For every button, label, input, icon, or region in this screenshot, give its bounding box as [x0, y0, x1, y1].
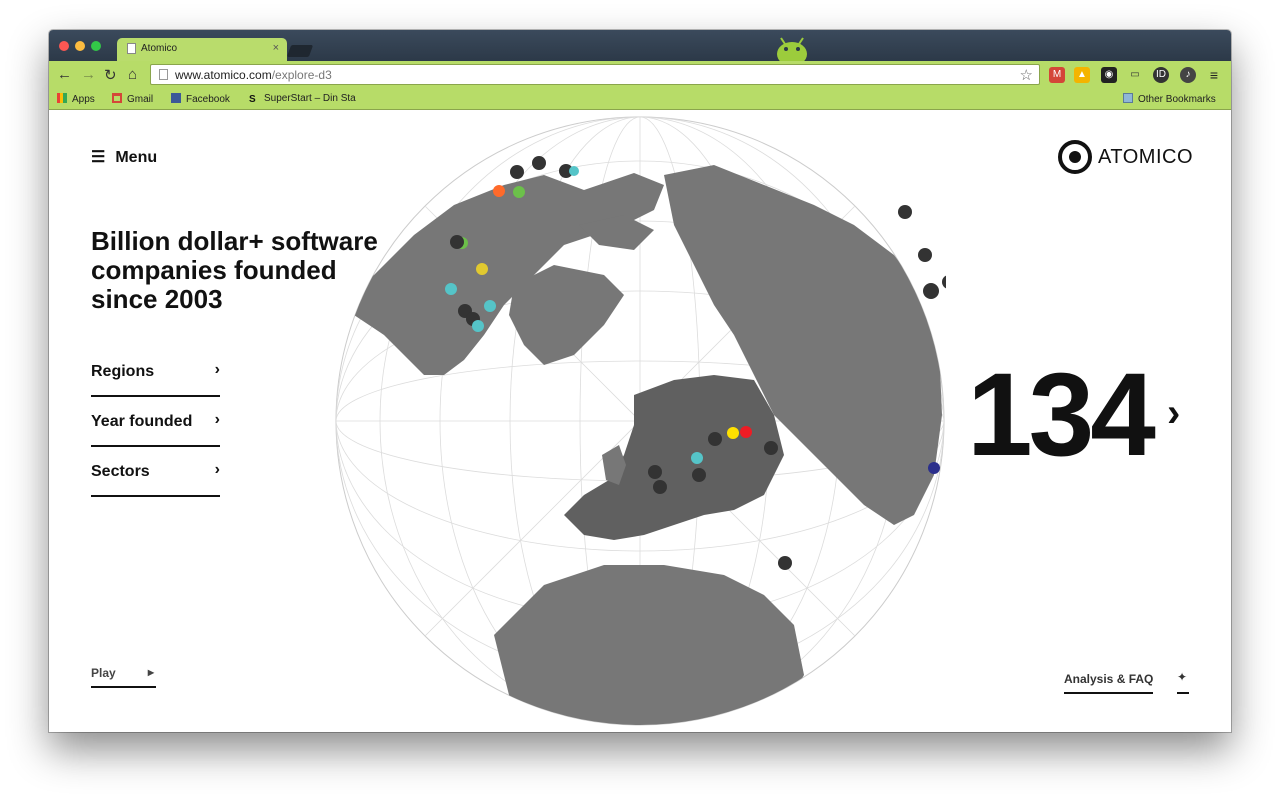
filter-label: Regions — [91, 363, 155, 380]
cluster-marker[interactable] — [918, 248, 932, 262]
atomico-logo[interactable]: ATOMICO — [1058, 137, 1193, 177]
marker[interactable] — [476, 263, 488, 275]
back-icon[interactable]: ← — [57, 66, 72, 83]
bookmark-label: Apps — [72, 94, 95, 105]
new-tab-button[interactable] — [286, 45, 314, 57]
chevron-right-icon[interactable]: › — [1167, 391, 1180, 436]
atomico-page: ☰ Menu ATOMICO Billion dollar+ software c… — [49, 111, 1231, 732]
drive-extension-icon[interactable]: ▲ — [1074, 67, 1090, 83]
bookmarks-bar: Apps Gmail Facebook S SuperStart – Din St… — [49, 88, 1231, 110]
cluster-marker[interactable] — [708, 432, 722, 446]
forward-icon[interactable]: → — [81, 66, 96, 83]
globe-map[interactable] — [334, 115, 981, 727]
globe-svg — [335, 116, 981, 726]
tab-title: Atomico — [141, 43, 178, 54]
bookmark-label: Facebook — [186, 94, 230, 105]
filter-list: Regions › Year founded › Sectors › — [91, 347, 220, 497]
chrome-menu-icon[interactable]: ≡ — [1206, 67, 1222, 83]
cluster-marker[interactable] — [653, 480, 667, 494]
cluster-marker[interactable] — [692, 468, 706, 482]
title-bar: Atomico × — [49, 30, 1231, 61]
facebook-icon — [171, 93, 181, 103]
bookmark-label: Gmail — [127, 94, 154, 105]
filter-regions[interactable]: Regions › — [91, 347, 220, 397]
cluster-marker[interactable] — [764, 441, 778, 455]
chevron-right-icon: › — [214, 411, 220, 428]
apps-grid-icon — [57, 93, 67, 103]
owl-extension-icon[interactable]: ◉ — [1101, 67, 1117, 83]
minimize-window-button[interactable] — [75, 41, 85, 51]
marker[interactable] — [445, 283, 457, 295]
browser-tab[interactable]: Atomico × — [117, 38, 287, 61]
marker[interactable] — [513, 186, 525, 198]
play-button[interactable]: Play ▶ — [91, 666, 156, 688]
folder-icon — [1123, 93, 1133, 103]
bookmark-label: SuperStart – Din Sta — [264, 93, 356, 104]
close-window-button[interactable] — [59, 41, 69, 51]
twitter-icon[interactable]: ✦ — [1177, 670, 1189, 694]
marker[interactable] — [740, 426, 752, 438]
page-icon — [159, 69, 168, 80]
marker[interactable] — [569, 166, 579, 176]
bookmark-facebook[interactable]: Facebook — [171, 93, 230, 105]
menu-label: Menu — [115, 149, 158, 166]
hamburger-icon: ☰ — [91, 149, 106, 166]
marker[interactable] — [691, 452, 703, 464]
filter-label: Sectors — [91, 463, 150, 480]
browser-window: Atomico × ← → ↻ ⌂ www.atomico.com/explor… — [49, 30, 1231, 732]
cluster-marker[interactable] — [648, 465, 662, 479]
cluster-marker[interactable] — [450, 235, 464, 249]
home-icon[interactable]: ⌂ — [128, 66, 137, 83]
filter-sectors[interactable]: Sectors › — [91, 447, 220, 497]
filter-year-founded[interactable]: Year founded › — [91, 397, 220, 447]
gmail-icon — [112, 93, 122, 103]
cluster-marker[interactable] — [778, 556, 792, 570]
filter-label: Year founded — [91, 413, 193, 430]
logo-wordmark: ATOMICO — [1098, 145, 1193, 168]
other-bookmarks-label: Other Bookmarks — [1138, 94, 1216, 105]
cluster-marker[interactable] — [942, 275, 956, 289]
marker[interactable] — [727, 427, 739, 439]
address-bar[interactable]: www.atomico.com/explore-d3 ☆ — [150, 64, 1040, 85]
bookmark-gmail[interactable]: Gmail — [112, 93, 153, 105]
superstart-icon: S — [249, 94, 256, 104]
chevron-right-icon: › — [214, 361, 220, 378]
zoom-window-button[interactable] — [91, 41, 101, 51]
browser-toolbar: ← → ↻ ⌂ www.atomico.com/explore-d3 ☆ M ▲… — [49, 61, 1231, 88]
company-count[interactable]: 134 — [967, 356, 1156, 474]
url-path: /explore-d3 — [271, 68, 332, 82]
play-icon: ▶ — [147, 668, 154, 677]
page-icon — [127, 43, 136, 54]
cluster-marker[interactable] — [532, 156, 546, 170]
bookmark-superstart[interactable]: S SuperStart – Din Sta — [249, 93, 364, 104]
bookmark-apps[interactable]: Apps — [57, 93, 95, 105]
marker[interactable] — [493, 185, 505, 197]
marker[interactable] — [484, 300, 496, 312]
cast-extension-icon[interactable]: ▭ — [1127, 67, 1143, 83]
cluster-marker[interactable] — [898, 205, 912, 219]
reload-icon[interactable]: ↻ — [104, 66, 117, 84]
marker[interactable] — [928, 462, 940, 474]
cluster-marker[interactable] — [923, 283, 939, 299]
url-host: www.atomico.com — [175, 68, 272, 82]
bookmark-star-icon[interactable]: ☆ — [1020, 66, 1033, 84]
android-theme-icon — [777, 37, 807, 61]
analysis-faq-link[interactable]: Analysis & FAQ — [1064, 672, 1154, 694]
atomico-logo-mark-icon — [1058, 140, 1093, 174]
chevron-right-icon: › — [214, 461, 220, 478]
play-label: Play — [91, 666, 116, 680]
other-bookmarks[interactable]: Other Bookmarks — [1123, 93, 1216, 105]
marker[interactable] — [472, 320, 484, 332]
gmail-extension-icon[interactable]: M — [1049, 67, 1065, 83]
cluster-marker[interactable] — [510, 165, 524, 179]
menu-button[interactable]: ☰ Menu — [91, 147, 157, 167]
close-tab-icon[interactable]: × — [273, 42, 279, 54]
rdio-extension-icon[interactable]: ♪ — [1180, 67, 1196, 83]
id-extension-icon[interactable]: ID — [1153, 67, 1169, 83]
